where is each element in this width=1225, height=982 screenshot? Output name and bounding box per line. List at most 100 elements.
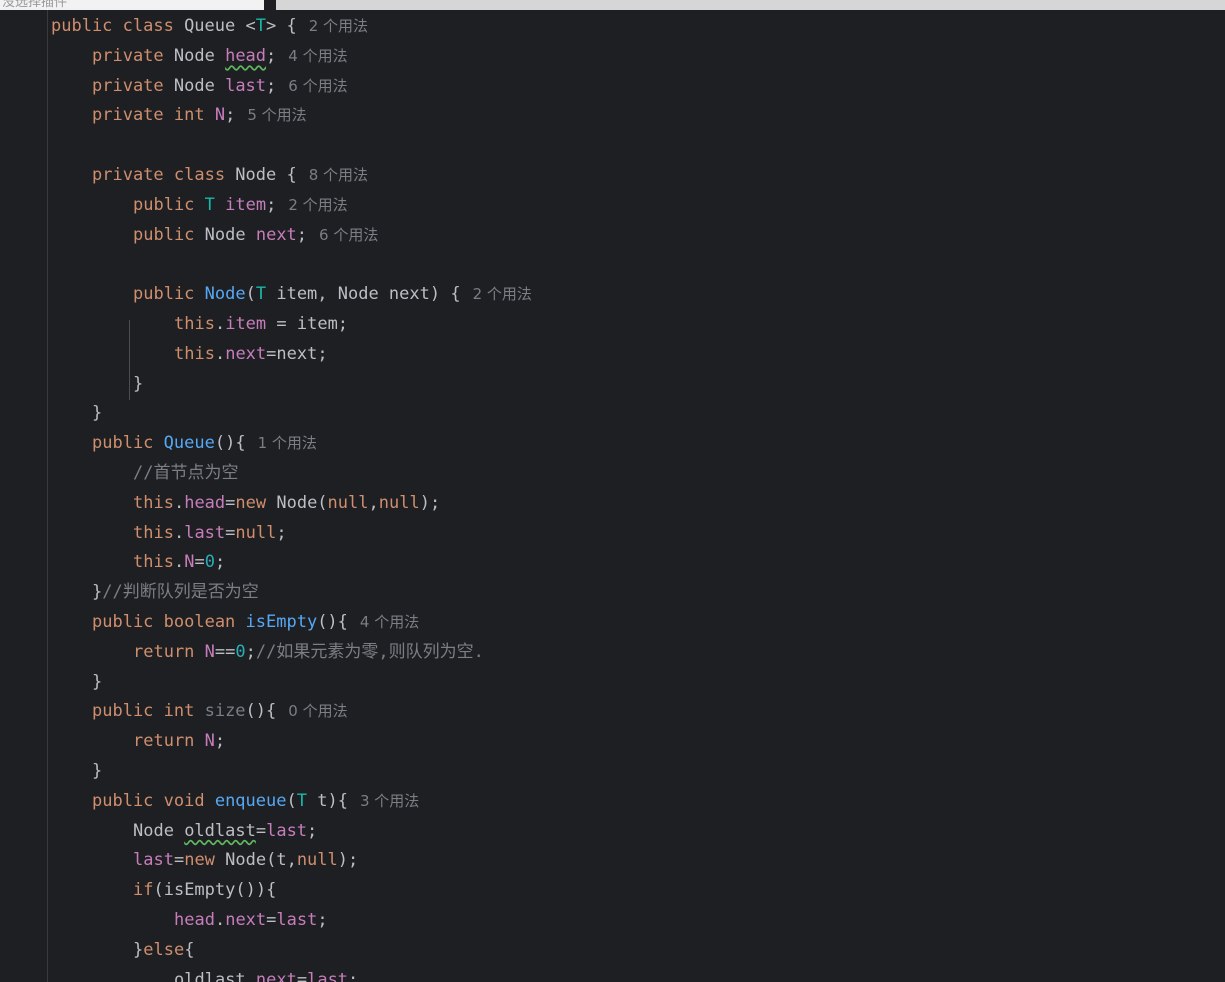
usage-hint[interactable]: 0 个用法 xyxy=(288,702,347,720)
code-line[interactable]: public class Queue <T> {2 个用法 xyxy=(0,12,1225,42)
code-token: 0 xyxy=(235,641,246,662)
code-token: t){ xyxy=(317,790,348,811)
code-line[interactable]: public int size(){0 个用法 xyxy=(0,697,1225,727)
code-line[interactable]: return N; xyxy=(0,727,1225,757)
code-token: = xyxy=(194,552,205,573)
code-line[interactable]: public void enqueue(T t){3 个用法 xyxy=(0,787,1225,817)
code-token: = xyxy=(296,969,308,982)
code-line[interactable] xyxy=(0,250,1225,280)
code-token: Node xyxy=(173,75,226,96)
code-token: head xyxy=(174,909,215,930)
code-line[interactable]: this.head=new Node(null,null); xyxy=(0,489,1225,519)
code-line[interactable]: } xyxy=(0,370,1225,400)
code-token: ); xyxy=(337,850,359,871)
code-line[interactable]: this.last=null; xyxy=(0,519,1225,549)
code-line[interactable]: Node oldlast=last; xyxy=(0,817,1225,847)
code-line[interactable]: return N==0;//如果元素为零,则队列为空. xyxy=(0,638,1225,668)
code-line[interactable]: public Queue(){1 个用法 xyxy=(0,429,1225,459)
usage-hint[interactable]: 8 个用法 xyxy=(309,166,368,184)
code-token: (){ xyxy=(245,701,277,722)
code-token: last xyxy=(276,909,318,930)
code-token: ( xyxy=(286,790,297,811)
usage-hint[interactable]: 2 个用法 xyxy=(473,285,532,303)
code-line[interactable]: oldlast.next=last; xyxy=(0,966,1225,982)
code-token: public int xyxy=(92,701,205,722)
code-token: ); xyxy=(419,492,441,513)
code-token: (){ xyxy=(317,611,348,632)
editor-tab[interactable]: 没选择插件 xyxy=(0,0,264,10)
code-line[interactable]: head.next=last; xyxy=(0,906,1225,936)
code-line[interactable]: }//判断队列是否为空 xyxy=(0,578,1225,608)
code-token: = xyxy=(225,492,236,513)
code-token: Node( xyxy=(276,492,328,513)
code-token: null xyxy=(378,492,420,513)
code-line[interactable]: } xyxy=(0,757,1225,787)
code-line[interactable]: last=new Node(t,null); xyxy=(0,846,1225,876)
code-line[interactable]: private class Node {8 个用法 xyxy=(0,161,1225,191)
code-token: oldlast xyxy=(184,820,256,841)
code-token: ; xyxy=(296,224,308,245)
code-line[interactable]: private int N; 5 个用法 xyxy=(0,101,1225,131)
usage-hint[interactable]: 4 个用法 xyxy=(288,47,347,65)
code-token: last xyxy=(225,75,267,96)
code-token: 0 xyxy=(204,552,215,573)
code-token: ( xyxy=(245,284,256,305)
code-line[interactable]: }else{ xyxy=(0,936,1225,966)
usage-hint[interactable]: 6 个用法 xyxy=(288,77,347,95)
code-token: public xyxy=(133,224,205,245)
tab-gap xyxy=(264,0,276,10)
code-token: } xyxy=(133,373,144,394)
code-token: { xyxy=(184,939,195,960)
code-token: < xyxy=(245,16,256,36)
code-token: (isEmpty()){ xyxy=(153,880,277,901)
code-token: this xyxy=(133,492,174,513)
code-token: . xyxy=(214,909,226,930)
code-line[interactable]: if(isEmpty()){ xyxy=(0,876,1225,906)
code-token: //判断队列是否为空 xyxy=(102,582,259,603)
code-line[interactable]: public Node next; 6 个用法 xyxy=(0,221,1225,251)
code-editor[interactable]: public class Queue <T> {2 个用法 private Nod… xyxy=(0,12,1225,982)
code-token: this xyxy=(133,522,174,543)
code-token: } xyxy=(133,939,144,960)
code-token: } xyxy=(92,403,103,424)
code-line[interactable]: //首节点为空 xyxy=(0,459,1225,489)
code-token: Node xyxy=(133,820,185,841)
code-token: ; xyxy=(245,641,256,662)
usage-hint[interactable]: 2 个用法 xyxy=(288,196,347,214)
usage-hint[interactable]: 1 个用法 xyxy=(258,434,317,452)
code-token: public void xyxy=(92,790,215,811)
code-token: private xyxy=(92,45,174,66)
usage-hint[interactable]: 4 个用法 xyxy=(360,613,419,631)
code-token: ; xyxy=(225,105,236,126)
code-token: private int xyxy=(92,105,215,126)
code-line[interactable]: private Node last; 6 个用法 xyxy=(0,72,1225,102)
code-line[interactable]: this.N=0; xyxy=(0,548,1225,578)
code-token: ; xyxy=(276,522,287,543)
usage-hint[interactable]: 5 个用法 xyxy=(247,106,306,124)
usage-hint[interactable]: 2 个用法 xyxy=(309,17,368,35)
code-line[interactable]: public T item; 2 个用法 xyxy=(0,191,1225,221)
code-token: Node xyxy=(204,284,246,305)
code-token: ; xyxy=(214,731,226,752)
usage-hint[interactable]: 6 个用法 xyxy=(319,226,378,244)
code-line[interactable]: private Node head; 4 个用法 xyxy=(0,42,1225,72)
code-token: ; xyxy=(266,194,277,215)
code-token: this xyxy=(174,343,215,364)
code-line[interactable]: } xyxy=(0,668,1225,698)
usage-hint[interactable]: 3 个用法 xyxy=(360,792,419,810)
code-line[interactable]: this.item = item; xyxy=(0,310,1225,340)
code-line[interactable] xyxy=(0,131,1225,161)
code-token: = xyxy=(255,820,267,841)
editor-tab-label: 没选择插件 xyxy=(2,0,68,10)
code-line[interactable]: public Node(T item, Node next) {2 个用法 xyxy=(0,280,1225,310)
code-token: Node { xyxy=(235,164,297,185)
code-line[interactable]: public boolean isEmpty(){4 个用法 xyxy=(0,608,1225,638)
code-line[interactable]: this.next=next; xyxy=(0,340,1225,370)
code-token: T xyxy=(255,16,266,36)
code-token: T xyxy=(296,790,318,811)
code-token: this xyxy=(133,552,174,573)
code-token: else xyxy=(143,939,185,960)
code-token: //首节点为空 xyxy=(133,462,239,483)
code-line[interactable]: } xyxy=(0,399,1225,429)
code-token: public boolean xyxy=(92,611,246,632)
